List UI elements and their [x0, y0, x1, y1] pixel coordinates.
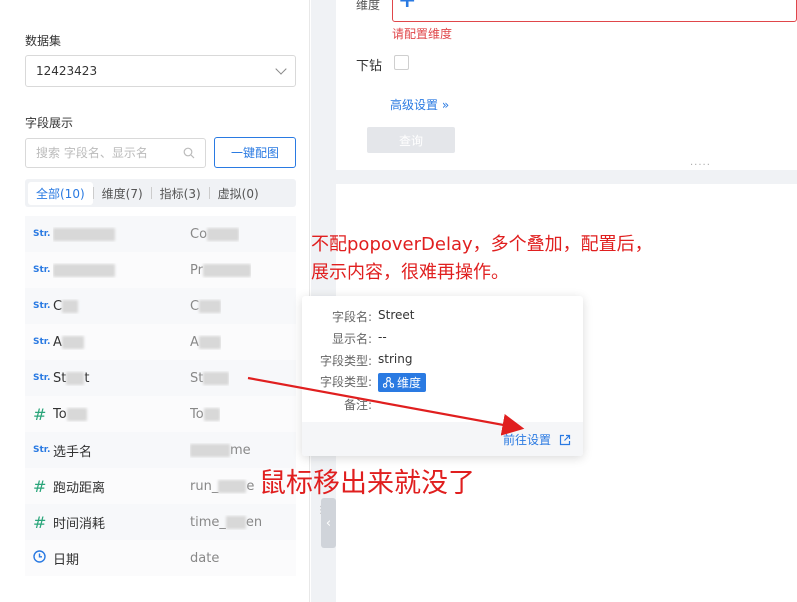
string-type-icon: Str. [33, 337, 51, 347]
tab-dimension[interactable]: 维度(7) [94, 182, 151, 205]
field-name: 选手名 [53, 444, 93, 460]
dimension-error: 请配置维度 [392, 27, 453, 41]
field-row[interactable]: Str. C C [25, 288, 296, 324]
tab-virtual[interactable]: 虚拟(0) [210, 182, 267, 205]
field-name: C [53, 299, 190, 314]
popover-key: 字段名: [331, 310, 372, 324]
string-type-icon: Str. [33, 445, 51, 455]
field-name [53, 263, 190, 278]
popover-key: 字段类型: [319, 354, 372, 368]
field-name: St t [53, 370, 90, 386]
field-name: A [53, 335, 190, 350]
field-row[interactable]: Str. Pr [25, 252, 296, 288]
chevron-down-icon [275, 63, 287, 75]
dimension-dropzone[interactable] [392, 0, 797, 22]
field-name: 日期 [53, 552, 80, 568]
tab-all[interactable]: 全部(10) [28, 181, 93, 205]
popover-key: 备注: [343, 398, 372, 412]
popover-key: 字段类型: [319, 375, 372, 389]
field-row[interactable]: Str. A A [25, 324, 296, 360]
field-type-tabs: 全部(10) 维度(7) 指标(3) 虚拟(0) [25, 179, 296, 207]
dataset-select[interactable]: 12423423 [25, 55, 296, 87]
string-type-icon: Str. [33, 229, 51, 239]
field-name: 跑动距离 [53, 480, 106, 496]
collapse-panel-button[interactable]: ‹ [321, 498, 336, 548]
popover-row: 字段类型: string [302, 352, 583, 369]
field-alias: run_ e [190, 478, 255, 494]
fields-label: 字段展示 [25, 116, 74, 130]
chevron-left-icon: ‹ [325, 515, 332, 531]
popover-value: -- [378, 330, 387, 344]
chart-config: 维度 + 请配置维度 下钻 高级设置 » 查询 [336, 0, 797, 170]
dataset-label: 数据集 [25, 34, 62, 48]
field-list: Str. Co Str. Pr Str. C C Str. A A Str. S… [25, 216, 296, 576]
field-name: 时间消耗 [53, 516, 106, 532]
field-row[interactable]: 日期 date [25, 540, 296, 576]
dimension-label: 维度 [356, 0, 381, 12]
clock-icon [25, 550, 53, 566]
string-type-icon: Str. [33, 265, 51, 275]
popover-row: 显示名: -- [302, 330, 583, 347]
popover-row: 字段名: Street [302, 308, 583, 325]
field-alias: Co [190, 227, 240, 242]
popover-value: string [378, 352, 413, 366]
field-row[interactable]: Str. Co [25, 216, 296, 252]
annotation-line: 不配popoverDelay，多个叠加，配置后， [311, 234, 653, 255]
section-divider [322, 170, 797, 184]
popover-row: 备注: [302, 396, 583, 413]
field-search[interactable] [25, 138, 206, 168]
tab-metric[interactable]: 指标(3) [152, 182, 209, 205]
field-name [53, 227, 190, 242]
field-row[interactable]: # 跑动距离 run_ e [25, 468, 296, 504]
field-alias: date [190, 550, 220, 566]
double-chevron-down-icon: » [441, 98, 450, 112]
field-row[interactable]: Str. 选手名 me [25, 432, 296, 468]
dimension-badge: 维度 [378, 373, 427, 392]
share-nodes-icon [383, 377, 394, 388]
field-alias: St [190, 371, 230, 386]
popover-footer: 前往设置 [302, 422, 583, 456]
field-row[interactable]: # 时间消耗 time_ en [25, 504, 296, 540]
drill-checkbox[interactable] [394, 55, 409, 70]
popover-value: 维度 [378, 373, 427, 392]
field-panel: 数据集 12423423 字段展示 一键配图 全部(10) 维度(7) 指标(3… [0, 0, 310, 602]
field-alias: me [190, 443, 251, 458]
popover-key: 显示名: [331, 332, 372, 346]
field-popover: 字段名: Street 显示名: -- 字段类型: string 字段类型: 维… [302, 296, 583, 456]
goto-settings-label: 前往设置 [502, 433, 551, 447]
dataset-value: 12423423 [36, 64, 98, 78]
field-alias: time_ en [190, 514, 263, 530]
resize-handle[interactable]: ····· [690, 160, 711, 171]
annotation-line: 展示内容，很难再操作。 [311, 262, 509, 283]
popover-row: 字段类型: 维度 [302, 373, 583, 392]
search-icon [183, 147, 195, 159]
external-link-icon [559, 434, 571, 445]
search-input[interactable] [36, 146, 176, 160]
field-alias: To [190, 407, 220, 422]
number-type-icon: # [33, 512, 47, 532]
annotation-note-large: 鼠标移出来就没了 [259, 468, 475, 499]
drill-label: 下钻 [356, 59, 383, 74]
query-button[interactable]: 查询 [367, 127, 455, 153]
goto-settings-link[interactable]: 前往设置 [503, 431, 571, 448]
number-type-icon: # [33, 476, 47, 496]
popover-value: Street [378, 308, 415, 322]
auto-chart-button[interactable]: 一键配图 [214, 137, 296, 168]
string-type-icon: Str. [33, 301, 51, 311]
field-alias: Pr [190, 263, 251, 278]
plus-icon[interactable]: + [398, 0, 420, 12]
field-name: To [53, 407, 190, 422]
number-type-icon: # [33, 404, 47, 424]
field-alias: C [190, 299, 222, 314]
field-row[interactable]: # To To [25, 396, 296, 432]
string-type-icon: Str. [33, 373, 51, 383]
field-row-hovered[interactable]: Str. St t St [25, 360, 296, 396]
annotation-note: 不配popoverDelay，多个叠加，配置后， 展示内容，很难再操作。 [311, 231, 653, 287]
advanced-settings-toggle[interactable]: 高级设置 » [390, 96, 449, 113]
field-alias: A [190, 335, 221, 350]
